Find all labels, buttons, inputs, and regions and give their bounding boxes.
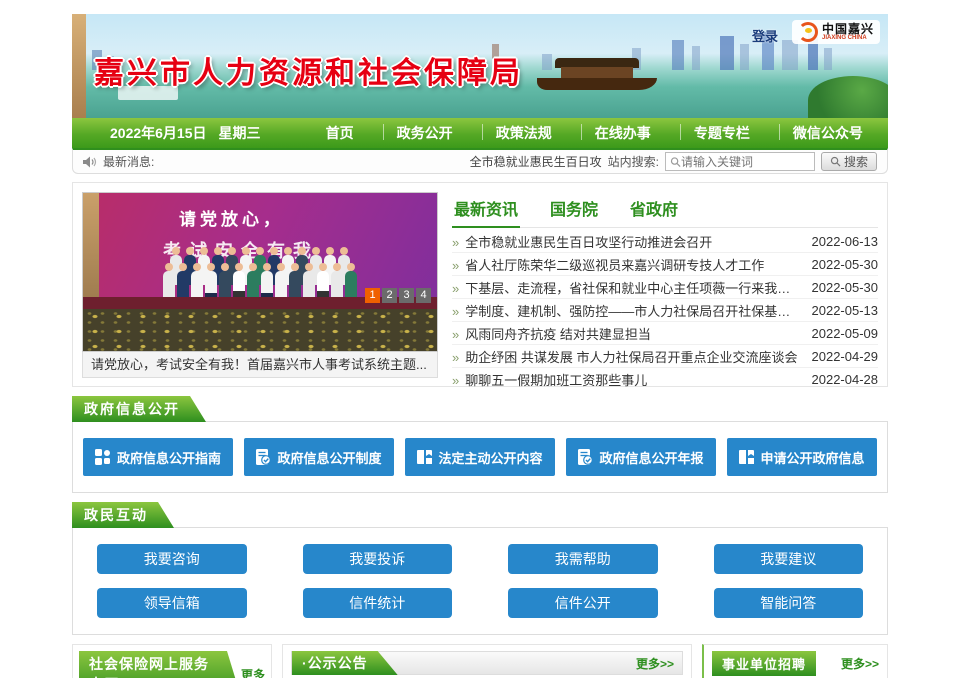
legal-disclosure-button[interactable]: 法定主动公开内容 <box>405 438 555 476</box>
speaker-icon <box>83 156 97 168</box>
book-icon <box>739 449 754 465</box>
grid-icon <box>95 449 111 465</box>
interaction-section-title: 政民互动 <box>72 502 174 528</box>
site-search-label: 站内搜索: <box>608 153 659 170</box>
pager-3[interactable]: 3 <box>399 288 414 303</box>
interaction-buttons: 我要咨询 我要投诉 我需帮助 我要建议 领导信箱 信件统计 信件公开 智能问答 <box>72 527 888 635</box>
book-icon <box>417 449 432 465</box>
news-tabs: 最新资讯 国务院 省政府 <box>452 192 878 228</box>
gov-info-buttons: 政府信息公开指南 政府信息公开制度 法定主动公开内容 <box>72 421 888 493</box>
news-item[interactable]: 学制度、建机制、强防控——市人力社保局召开社保基金要情专题学习会2022-05-… <box>452 299 878 322</box>
carousel-slide[interactable]: 请党放心， 考试安全有我 1 2 3 4 <box>82 192 438 352</box>
nav-item-policy[interactable]: 政策法规 <box>478 123 570 143</box>
logo-swirl-icon <box>798 22 818 42</box>
logo-cn-text: 中国嘉兴 <box>822 23 874 35</box>
page: 嘉兴市人力资源和社会保障局 登录 中国嘉兴 JIAXING CHINA 2022… <box>72 0 888 678</box>
suggestion-button[interactable]: 我要建议 <box>714 544 864 574</box>
request-disclosure-button[interactable]: 申请公开政府信息 <box>727 438 877 476</box>
need-help-button[interactable]: 我需帮助 <box>508 544 658 574</box>
news-item[interactable]: 聊聊五一假期加班工资那些事儿2022-04-28 <box>452 368 878 391</box>
gov-info-guide-button[interactable]: 政府信息公开指南 <box>83 438 233 476</box>
marquee-text[interactable]: 全市稳就业惠民生百日攻 <box>470 153 602 170</box>
latest-news-label: 最新消息: <box>103 153 154 170</box>
social-insurance-more-link[interactable]: 更多 <box>241 666 265 678</box>
news-list: 全市稳就业惠民生百日攻坚行动推进会召开2022-06-13 省人社厅陈荣华二级巡… <box>452 230 878 391</box>
letter-open-button[interactable]: 信件公开 <box>508 588 658 618</box>
jiaxing-logo[interactable]: 中国嘉兴 JIAXING CHINA <box>792 20 880 44</box>
gov-info-section: 政府信息公开 政府信息公开指南 政府信息公开制度 <box>72 396 888 493</box>
recruitment-title: 事业单位招聘 <box>712 651 816 676</box>
gov-info-section-title: 政府信息公开 <box>72 396 206 422</box>
gov-info-system-button[interactable]: 政府信息公开制度 <box>244 438 394 476</box>
search-input[interactable] <box>681 155 810 169</box>
pager-2[interactable]: 2 <box>382 288 397 303</box>
recruitment-panel: 事业单位招聘 更多>> 嘉兴市妇幼保健院2022年公开... 2022年嘉兴市属… <box>702 644 888 678</box>
news-item[interactable]: 省人社厅陈荣华二级巡视员来嘉兴调研专技人才工作2022-05-30 <box>452 253 878 276</box>
slide-headline-1: 请党放心， <box>179 205 284 230</box>
interaction-section: 政民互动 我要咨询 我要投诉 我需帮助 我要建议 领导信箱 信件统计 信件公开 … <box>72 502 888 635</box>
doc-check-icon <box>256 449 271 465</box>
site-title: 嘉兴市人力资源和社会保障局 <box>94 48 523 92</box>
main-content: 请党放心， 考试安全有我 1 2 3 4 请党放心，考试安全有我！首届嘉兴市人事… <box>72 182 888 387</box>
pager-1[interactable]: 1 <box>365 288 380 303</box>
annual-report-button[interactable]: 政府信息公开年报 <box>566 438 716 476</box>
search-icon <box>670 156 681 168</box>
announcements-title: ·公示公告 <box>292 651 398 675</box>
complaint-button[interactable]: 我要投诉 <box>303 544 453 574</box>
nav-item-special[interactable]: 专题专栏 <box>676 123 768 143</box>
news-item[interactable]: 下基层、走流程，省社保和就业中心主任项薇一行来我市调研“国统”上线情况2022-… <box>452 276 878 299</box>
nav-item-gov-open[interactable]: 政务公开 <box>379 123 471 143</box>
search-button-icon <box>830 156 841 167</box>
announcements-panel: ·公示公告 更多>> 关于设立嘉善技工学校的公示2022-05-18 关于公布嘉… <box>282 644 692 678</box>
smart-qa-button[interactable]: 智能问答 <box>714 588 864 618</box>
bottom-row: 社会保险网上服务大厅 更多 个人(单位)社保证明打印 办事指南 ·公示公告 更多… <box>72 644 888 678</box>
news-item[interactable]: 风雨同舟齐抗疫 结对共建显担当2022-05-09 <box>452 322 878 345</box>
social-insurance-panel: 社会保险网上服务大厅 更多 个人(单位)社保证明打印 办事指南 <box>72 644 272 678</box>
trees-decor <box>808 76 888 118</box>
letter-stats-button[interactable]: 信件统计 <box>303 588 453 618</box>
tab-latest-news[interactable]: 最新资讯 <box>452 192 520 228</box>
tab-state-council[interactable]: 国务院 <box>548 192 600 227</box>
recruitment-more-link[interactable]: 更多>> <box>841 655 879 672</box>
nav-item-wechat[interactable]: 微信公众号 <box>775 123 881 143</box>
search-button[interactable]: 搜索 <box>821 152 877 171</box>
pager-4[interactable]: 4 <box>416 288 431 303</box>
social-insurance-title: 社会保险网上服务大厅 <box>79 651 241 678</box>
search-input-wrap <box>665 152 815 171</box>
news-item[interactable]: 助企纾困 共谋发展 市人力社保局召开重点企业交流座谈会2022-04-29 <box>452 345 878 368</box>
main-nav: 2022年6月15日星期三 首页 政务公开 政策法规 在线办事 专题专栏 微信公… <box>72 118 888 148</box>
tab-provincial-gov[interactable]: 省政府 <box>628 192 680 227</box>
doc-check-icon <box>578 449 593 465</box>
nav-item-online[interactable]: 在线办事 <box>577 123 669 143</box>
carousel-pager: 1 2 3 4 <box>365 288 431 303</box>
logo-en-text: JIAXING CHINA <box>822 35 874 41</box>
announcements-more-link[interactable]: 更多>> <box>636 655 674 672</box>
news-panel: 最新资讯 国务院 省政府 全市稳就业惠民生百日攻坚行动推进会召开2022-06-… <box>452 192 878 377</box>
login-link[interactable]: 登录 <box>752 26 778 45</box>
header-banner: 嘉兴市人力资源和社会保障局 登录 中国嘉兴 JIAXING CHINA <box>72 14 888 118</box>
news-item[interactable]: 全市稳就业惠民生百日攻坚行动推进会召开2022-06-13 <box>452 230 878 253</box>
consult-button[interactable]: 我要咨询 <box>97 544 247 574</box>
leader-mailbox-button[interactable]: 领导信箱 <box>97 588 247 618</box>
nav-date: 2022年6月15日星期三 <box>72 123 261 143</box>
carpet-decor <box>83 309 437 351</box>
photo-carousel[interactable]: 请党放心， 考试安全有我 1 2 3 4 请党放心，考试安全有我！首届嘉兴市人事… <box>82 192 438 377</box>
boat-decor <box>537 58 657 92</box>
carousel-caption[interactable]: 请党放心，考试安全有我！首届嘉兴市人事考试系统主题... <box>82 352 438 378</box>
news-search-bar: 最新消息: 全市稳就业惠民生百日攻 站内搜索: 搜索 <box>72 148 888 174</box>
nav-item-home[interactable]: 首页 <box>308 123 372 143</box>
